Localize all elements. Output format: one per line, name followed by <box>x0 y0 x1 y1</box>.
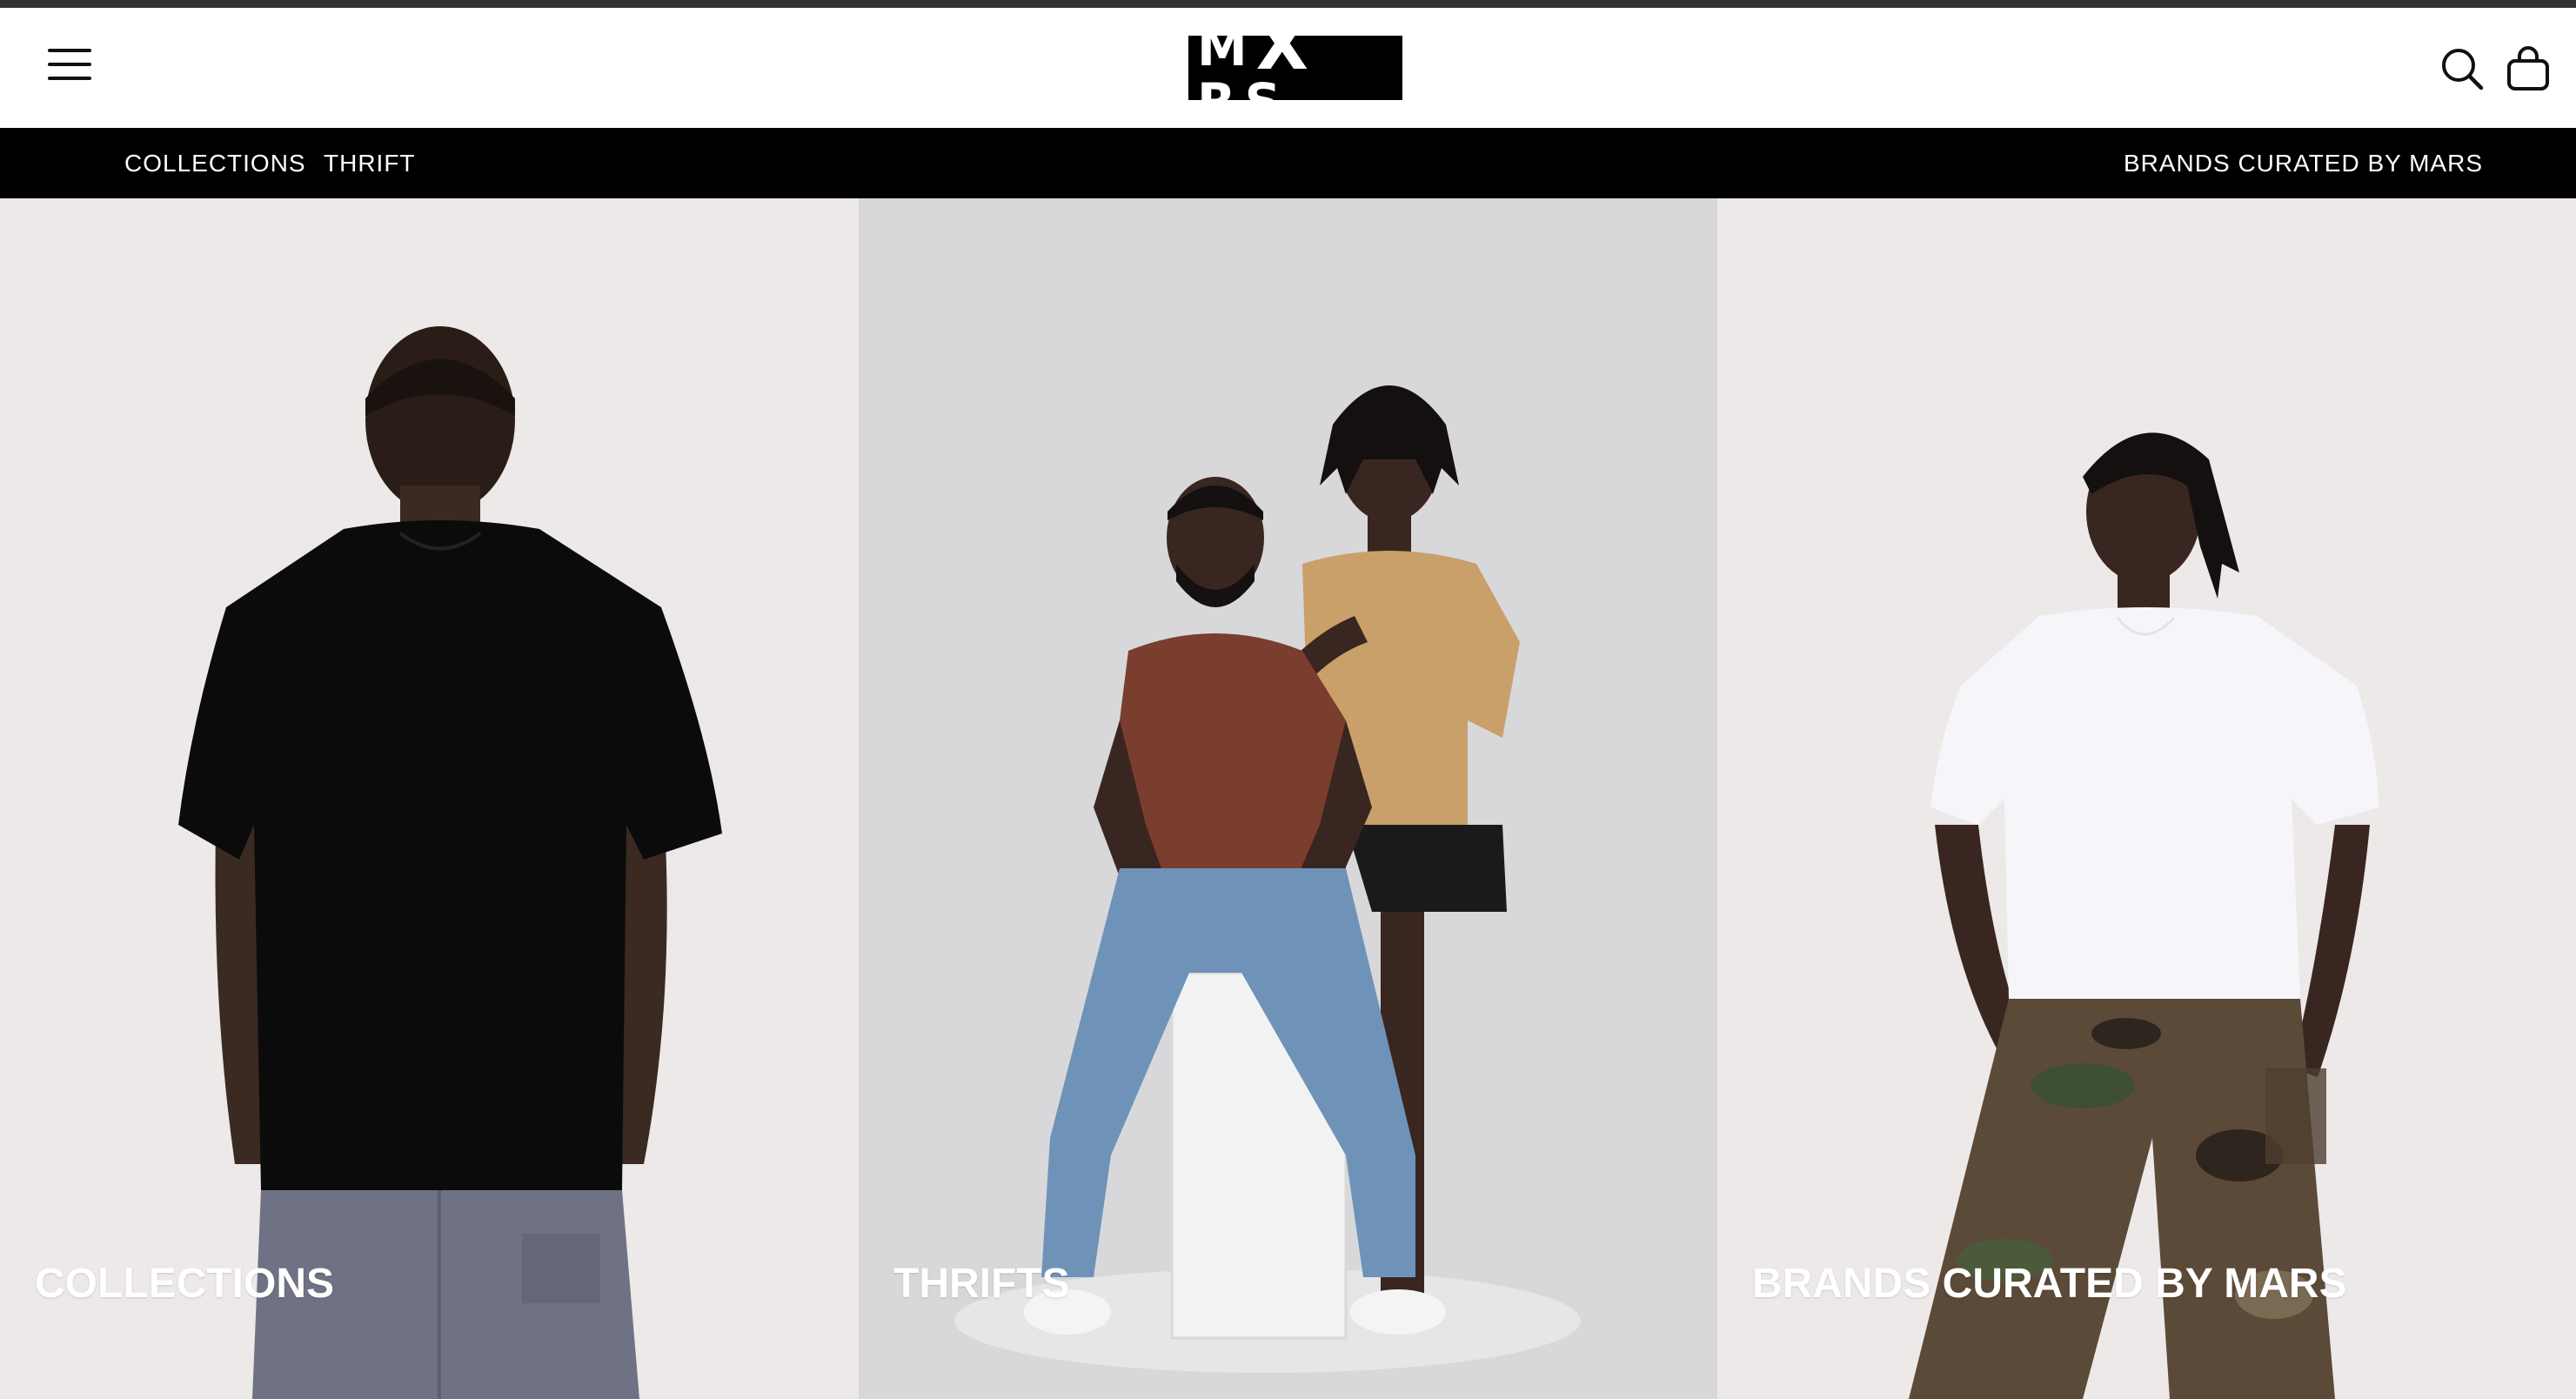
nav-link-brands-curated[interactable]: BRANDS CURATED BY MARS <box>2124 128 2483 198</box>
category-nav-bar: COLLECTIONS THRIFT BRANDS CURATED BY MAR… <box>0 128 2576 198</box>
brands-curated-panel[interactable]: BRANDS CURATED BY MARS <box>1717 198 2576 1399</box>
site-header: MXRS <box>0 8 2576 128</box>
shopping-bag-icon[interactable] <box>2504 44 2553 93</box>
panel-title-brands-curated: BRANDS CURATED BY MARS <box>1752 1261 2347 1307</box>
category-panels: COLLECTIONS THRIFTS BRANDS CURATED BY MA… <box>0 198 2576 1399</box>
model-image-collections <box>178 326 722 1399</box>
collections-panel[interactable]: COLLECTIONS <box>0 198 859 1399</box>
model-image-thrifts <box>954 385 1581 1373</box>
nav-link-collections[interactable]: COLLECTIONS <box>124 128 306 198</box>
hamburger-menu-icon[interactable] <box>48 47 91 82</box>
panel-title-thrifts: THRIFTS <box>893 1261 1070 1307</box>
search-icon[interactable] <box>2438 44 2486 93</box>
thrifts-panel[interactable]: THRIFTS <box>859 198 1717 1399</box>
panel-title-collections: COLLECTIONS <box>35 1261 334 1307</box>
logo-wordmark: MXRS <box>1197 7 1317 131</box>
model-image-brands <box>1909 432 2379 1399</box>
nav-link-thrift[interactable]: THRIFT <box>324 128 416 198</box>
site-logo[interactable]: MXRS <box>1188 12 1402 127</box>
